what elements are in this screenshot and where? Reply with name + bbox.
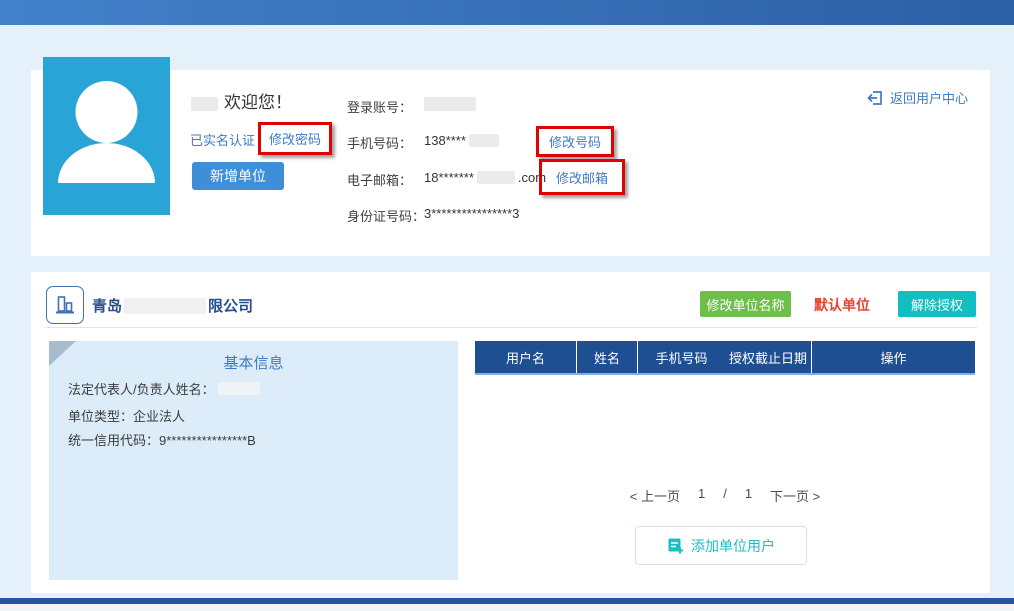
col-actions: 操作 bbox=[812, 341, 975, 373]
credit-code-row: 统一信用代码：9****************B bbox=[68, 430, 256, 449]
add-document-icon bbox=[667, 537, 684, 554]
col-auth-expiry: 授权截止日期 bbox=[725, 341, 812, 373]
phone-label: 手机号码： bbox=[347, 133, 412, 152]
user-center-page: 欢迎您！ 已实名认证 修改密码 新增单位 登录账号： 手机号码： 138****… bbox=[0, 0, 1014, 611]
pagination: < 上一页 1 / 1 下一页 > bbox=[475, 486, 975, 505]
profile-card bbox=[31, 70, 990, 256]
redacted-phone-tail bbox=[469, 134, 499, 147]
redacted-email-middle bbox=[477, 171, 515, 184]
users-table-header: 用户名 姓名 手机号码 授权截止日期 操作 bbox=[475, 341, 975, 375]
add-unit-button[interactable]: 新增单位 bbox=[192, 162, 284, 190]
email-value: 18******* .com bbox=[424, 170, 546, 185]
change-phone-annotation-box: 修改号码 bbox=[536, 126, 614, 157]
unit-type-row: 单位类型：企业法人 bbox=[68, 406, 185, 425]
change-email-link[interactable]: 修改邮箱 bbox=[556, 168, 608, 187]
email-label: 电子邮箱： bbox=[347, 170, 412, 189]
bottom-footer-strip bbox=[0, 604, 1014, 611]
welcome-text: 欢迎您！ bbox=[224, 88, 292, 113]
current-page-number: 1 bbox=[698, 486, 705, 505]
prev-page-button[interactable]: < 上一页 bbox=[630, 486, 680, 505]
change-password-link[interactable]: 修改密码 bbox=[269, 129, 321, 148]
section-divider bbox=[45, 327, 977, 328]
realname-verified-link[interactable]: 已实名认证 bbox=[190, 130, 255, 149]
col-phone: 手机号码 bbox=[638, 341, 725, 373]
id-number-label: 身份证号码： bbox=[347, 206, 425, 225]
next-page-button[interactable]: 下一页 > bbox=[770, 486, 820, 505]
login-account-label: 登录账号： bbox=[347, 97, 412, 116]
basic-info-panel bbox=[49, 341, 458, 580]
company-name: 青岛 限公司 bbox=[92, 295, 253, 316]
return-user-center-link[interactable]: 返回用户中心 bbox=[866, 88, 968, 107]
legal-rep-row: 法定代表人/负责人姓名： bbox=[68, 379, 260, 398]
login-account-value bbox=[424, 97, 476, 111]
redacted-legal-rep bbox=[218, 382, 260, 395]
person-icon bbox=[43, 57, 170, 215]
change-phone-link[interactable]: 修改号码 bbox=[549, 132, 601, 151]
exit-arrow-icon bbox=[866, 89, 884, 107]
col-username: 用户名 bbox=[475, 341, 577, 373]
change-password-annotation-box: 修改密码 bbox=[258, 122, 332, 155]
add-unit-user-label: 添加单位用户 bbox=[691, 536, 775, 556]
total-pages: 1 bbox=[745, 486, 752, 505]
avatar bbox=[43, 57, 170, 215]
redacted-login-account bbox=[424, 97, 476, 111]
page-separator: / bbox=[723, 486, 727, 505]
company-building-icon bbox=[46, 286, 84, 324]
redacted-user-name bbox=[191, 97, 218, 111]
redacted-company-name bbox=[124, 298, 206, 314]
top-nav-bar bbox=[0, 0, 1014, 25]
phone-value: 138**** bbox=[424, 133, 499, 148]
id-number-value: 3****************3 bbox=[424, 206, 519, 221]
basic-info-title: 基本信息 bbox=[49, 352, 458, 373]
default-unit-link[interactable]: 默认单位 bbox=[814, 295, 870, 315]
revoke-authorization-button[interactable]: 解除授权 bbox=[898, 291, 976, 317]
col-name: 姓名 bbox=[577, 341, 638, 373]
change-email-annotation-box: 修改邮箱 bbox=[539, 159, 625, 195]
add-unit-user-button[interactable]: 添加单位用户 bbox=[635, 526, 807, 565]
return-user-center-label: 返回用户中心 bbox=[890, 88, 968, 107]
rename-unit-button[interactable]: 修改单位名称 bbox=[700, 291, 791, 317]
